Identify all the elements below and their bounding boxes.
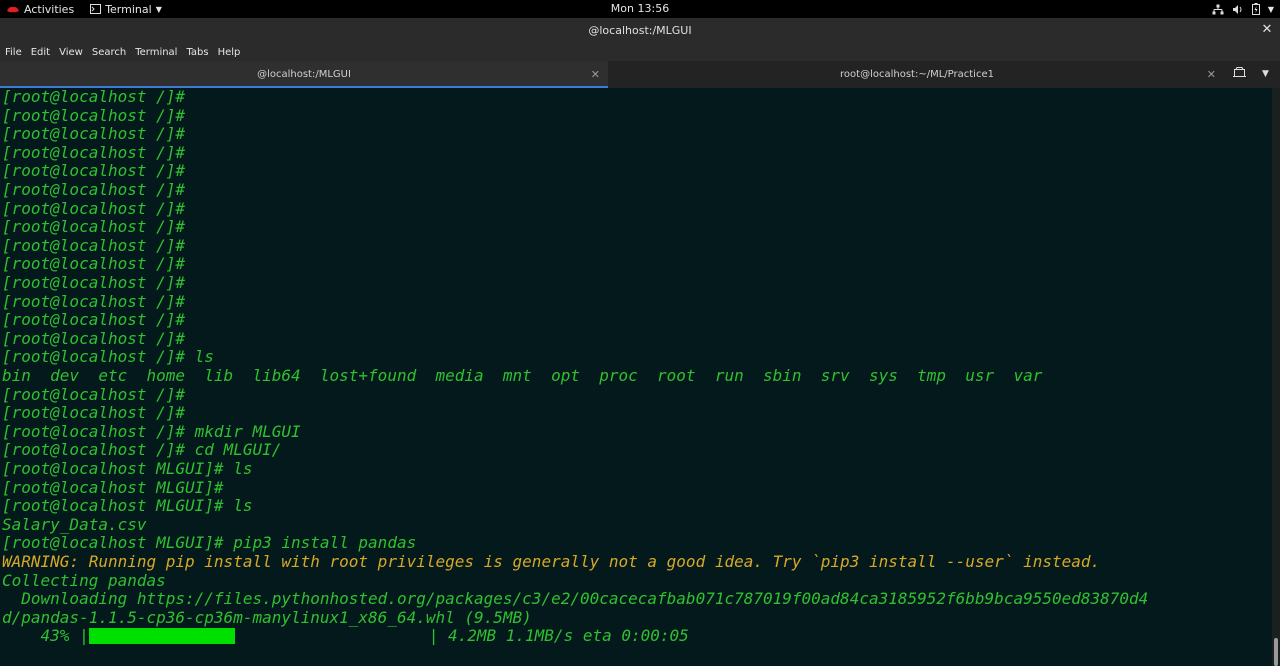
tab-label: @localhost:/MLGUI (257, 69, 351, 80)
terminal-line: [root@localhost /]# (2, 254, 186, 274)
window-title-bar: @localhost:/MLGUI ✕ (0, 18, 1280, 43)
progress-percent: 43% (2, 626, 70, 646)
terminal-line: [root@localhost /]# (2, 310, 186, 330)
scrollbar-thumb[interactable] (1274, 638, 1278, 666)
system-top-bar: Activities Terminal ▼ Mon 13:56 ▼ (0, 0, 1280, 18)
terminal-line: [root@localhost /]# (2, 235, 186, 255)
terminal-line: [root@localhost /]# (2, 217, 186, 237)
tab-close-button[interactable]: ✕ (1207, 68, 1216, 81)
menu-help[interactable]: Help (218, 47, 241, 58)
tab-mlgui[interactable]: @localhost:/MLGUI ✕ (0, 61, 608, 88)
progress-bar-fill (88, 628, 235, 645)
terminal-line: [root@localhost /]# (2, 403, 186, 423)
tab-label: root@localhost:~/ML/Practice1 (840, 69, 994, 80)
terminal-line: [root@localhost /]# cd MLGUI/ (2, 440, 282, 460)
terminal-line: [root@localhost /]# (2, 87, 186, 106)
terminal-scrollbar[interactable] (1272, 88, 1280, 666)
terminal-line: [root@localhost /]# ls (2, 347, 214, 367)
terminal-line: [root@localhost /]# (2, 198, 186, 218)
terminal-line: d/pandas-1.1.5-cp36-cp36m-manylinux1_x86… (2, 607, 532, 627)
progress-bar-empty (235, 627, 429, 643)
close-icon: ✕ (1206, 68, 1216, 81)
chevron-down-icon: ▼ (1262, 69, 1269, 79)
terminal-line: [root@localhost /]# mkdir MLGUI (2, 421, 301, 441)
menu-tabs[interactable]: Tabs (186, 47, 208, 58)
progress-line: 43% | | 4.2MB 1.1MB/s eta 0:00:05 (2, 626, 689, 646)
terminal-line: [root@localhost /]# (2, 180, 186, 199)
terminal-line: [root@localhost MLGUI]# (2, 477, 224, 497)
terminal-line: [root@localhost /]# (2, 273, 186, 292)
terminal-line: [root@localhost /]# (2, 142, 186, 162)
menu-search[interactable]: Search (92, 47, 126, 58)
terminal-line: Salary_Data.csv (2, 514, 147, 534)
tab-practice1[interactable]: root@localhost:~/ML/Practice1 ✕ (610, 61, 1224, 88)
new-tab-icon (1233, 67, 1246, 77)
menu-bar: File Edit View Search Terminal Tabs Help (0, 43, 1280, 61)
menu-view[interactable]: View (59, 47, 83, 58)
terminal-line: [root@localhost MLGUI]# ls (2, 459, 253, 478)
terminal-line: Collecting pandas (2, 570, 166, 590)
new-tab-button[interactable] (1233, 67, 1246, 83)
terminal-line: Downloading https://files.pythonhosted.o… (2, 589, 1149, 609)
close-icon: ✕ (1261, 22, 1273, 37)
terminal-line: bin dev etc home lib lib64 lost+found me… (2, 366, 1043, 385)
terminal-line: [root@localhost MLGUI]# ls (2, 496, 253, 516)
system-status-area[interactable]: ▼ (1212, 1, 1274, 17)
warning-line: WARNING: Running pip install with root p… (2, 552, 1101, 571)
tabs-menu-button[interactable]: ▼ (1262, 69, 1269, 85)
network-icon (1212, 4, 1224, 14)
battery-icon (1251, 3, 1260, 15)
terminal-line: [root@localhost /]# (2, 384, 186, 404)
terminal-line: [root@localhost MLGUI]# pip3 install pan… (2, 533, 417, 553)
volume-icon (1232, 4, 1242, 14)
terminal-line: [root@localhost /]# (2, 291, 186, 311)
menu-file[interactable]: File (5, 47, 22, 58)
menu-edit[interactable]: Edit (31, 47, 50, 58)
progress-stats: | 4.2MB 1.1MB/s eta 0:00:05 (428, 626, 689, 646)
terminal-line: [root@localhost /]# (2, 328, 186, 348)
terminal-line: [root@localhost /]# (2, 105, 186, 125)
tab-bar: @localhost:/MLGUI ✕ root@localhost:~/ML/… (0, 61, 1280, 88)
menu-terminal[interactable]: Terminal (135, 47, 177, 58)
terminal-line: [root@localhost /]# (2, 161, 186, 181)
tab-close-button[interactable]: ✕ (591, 68, 600, 81)
window-title: @localhost:/MLGUI (588, 24, 692, 37)
terminal-output[interactable]: [root@localhost /]# [root@localhost /]# … (0, 88, 1272, 666)
terminal-line: [root@localhost /]# (2, 124, 186, 144)
clock[interactable]: Mon 13:56 (0, 2, 1280, 15)
chevron-down-icon: ▼ (1267, 4, 1274, 14)
window-close-button[interactable]: ✕ (1260, 23, 1274, 37)
close-icon: ✕ (590, 68, 600, 81)
